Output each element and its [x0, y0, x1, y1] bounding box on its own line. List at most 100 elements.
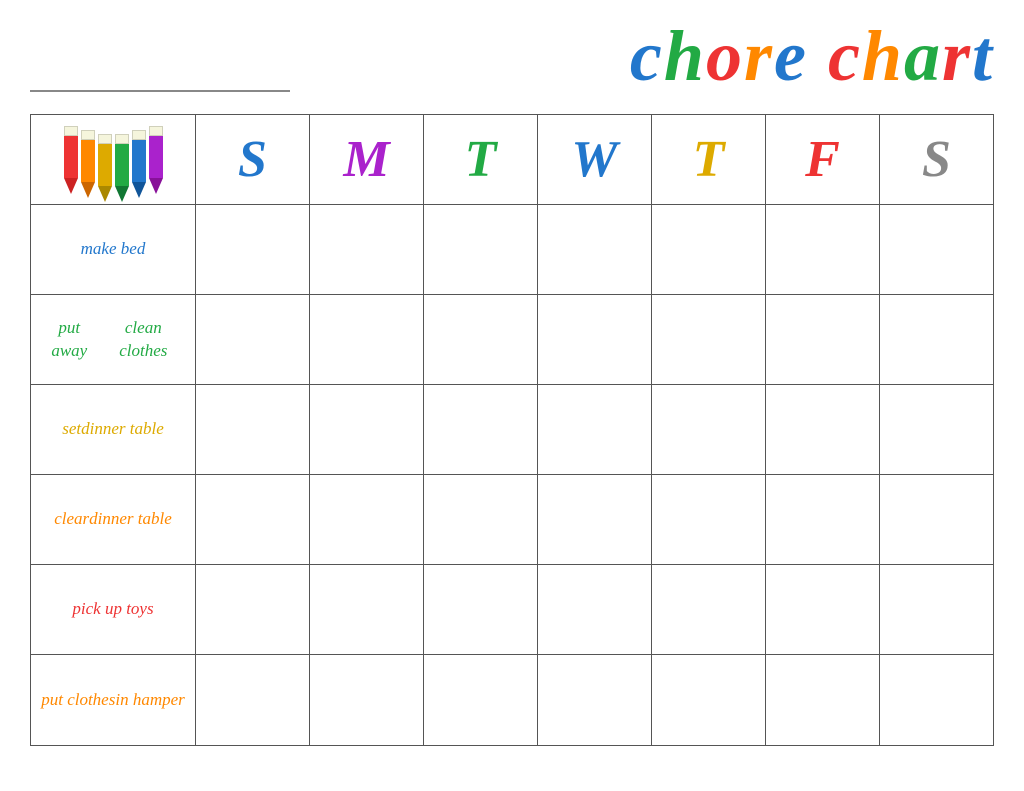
header: chore chart: [30, 20, 994, 96]
crayon-body-3: [115, 134, 129, 186]
crayon-label-4: [132, 130, 146, 140]
chore-cell-3-1[interactable]: [310, 475, 424, 564]
chore-label-line: dinner table: [89, 508, 172, 530]
chore-cell-1-2[interactable]: [424, 295, 538, 384]
chore-labels: make bedput awayclean clothessetdinner t…: [31, 205, 195, 745]
chore-cell-3-3[interactable]: [538, 475, 652, 564]
chore-cell-1-5[interactable]: [766, 295, 880, 384]
chore-cell-2-0[interactable]: [196, 385, 310, 474]
title-letter-r2: r: [942, 20, 972, 92]
chore-row-5: [196, 655, 993, 745]
crayon-0: [64, 126, 78, 194]
chore-cell-1-3[interactable]: [538, 295, 652, 384]
crayon-tip-0: [64, 178, 78, 194]
crayon-3: [115, 134, 129, 202]
day-header-0: S: [196, 115, 310, 204]
chore-rows: [196, 205, 993, 745]
crayon-group: [54, 118, 173, 202]
chore-label-3: cleardinner table: [31, 475, 195, 565]
title-letter-o: o: [706, 20, 744, 92]
chore-label-1: put awayclean clothes: [31, 295, 195, 385]
chore-cell-5-1[interactable]: [310, 655, 424, 745]
chore-row-2: [196, 385, 993, 475]
chore-cell-3-4[interactable]: [652, 475, 766, 564]
chore-cell-0-6[interactable]: [880, 205, 993, 294]
chore-cell-5-4[interactable]: [652, 655, 766, 745]
chore-cell-1-1[interactable]: [310, 295, 424, 384]
day-header-row: SMTWTFS: [196, 115, 993, 205]
chore-label-line: make bed: [81, 238, 146, 260]
chore-cell-2-4[interactable]: [652, 385, 766, 474]
title-letter-t: t: [972, 20, 994, 92]
chore-cell-5-6[interactable]: [880, 655, 993, 745]
chore-row-0: [196, 205, 993, 295]
crayon-label-0: [64, 126, 78, 136]
day-header-5: F: [766, 115, 880, 204]
title-letter-h2: h: [862, 20, 904, 92]
chore-cell-0-3[interactable]: [538, 205, 652, 294]
chore-cell-2-5[interactable]: [766, 385, 880, 474]
chore-cell-5-5[interactable]: [766, 655, 880, 745]
chore-cell-2-3[interactable]: [538, 385, 652, 474]
crayon-tip-1: [81, 182, 95, 198]
crayon-2: [98, 134, 112, 202]
name-line: [30, 62, 290, 92]
crayon-5: [149, 126, 163, 194]
chore-cell-2-1[interactable]: [310, 385, 424, 474]
crayon-body-2: [98, 134, 112, 186]
chore-cell-4-1[interactable]: [310, 565, 424, 654]
chore-cell-3-2[interactable]: [424, 475, 538, 564]
chore-cell-5-3[interactable]: [538, 655, 652, 745]
chore-cell-4-2[interactable]: [424, 565, 538, 654]
chore-label-line: in hamper: [115, 689, 184, 711]
title-letter-r: r: [744, 20, 774, 92]
chore-cell-4-0[interactable]: [196, 565, 310, 654]
chore-cell-3-6[interactable]: [880, 475, 993, 564]
chart-title: chore chart: [630, 20, 994, 92]
title-letter-e: e: [774, 20, 808, 92]
crayon-body-1: [81, 130, 95, 182]
chore-cell-1-0[interactable]: [196, 295, 310, 384]
chore-cell-4-5[interactable]: [766, 565, 880, 654]
days-grid: SMTWTFS: [196, 115, 993, 745]
chore-cell-1-4[interactable]: [652, 295, 766, 384]
crayon-body-5: [149, 126, 163, 178]
chore-row-3: [196, 475, 993, 565]
chore-label-line: set: [62, 418, 81, 440]
crayon-tip-3: [115, 186, 129, 202]
chore-label-4: pick up toys: [31, 565, 195, 655]
chore-cell-2-2[interactable]: [424, 385, 538, 474]
crayon-label-5: [149, 126, 163, 136]
chore-cell-3-0[interactable]: [196, 475, 310, 564]
chore-cell-5-0[interactable]: [196, 655, 310, 745]
crayon-cell: [31, 115, 195, 205]
crayon-tip-5: [149, 178, 163, 194]
chore-cell-4-3[interactable]: [538, 565, 652, 654]
chore-cell-0-5[interactable]: [766, 205, 880, 294]
crayon-body-0: [64, 126, 78, 178]
chore-cell-4-6[interactable]: [880, 565, 993, 654]
chore-cell-1-6[interactable]: [880, 295, 993, 384]
chore-cell-2-6[interactable]: [880, 385, 993, 474]
title-letter-h: h: [664, 20, 706, 92]
chore-cell-0-1[interactable]: [310, 205, 424, 294]
day-header-2: T: [424, 115, 538, 204]
chore-cell-0-0[interactable]: [196, 205, 310, 294]
chore-label-line: put clothes: [41, 689, 115, 711]
label-column: make bedput awayclean clothessetdinner t…: [31, 115, 196, 745]
chore-row-4: [196, 565, 993, 655]
chore-cell-3-5[interactable]: [766, 475, 880, 564]
day-header-4: T: [652, 115, 766, 204]
chore-label-0: make bed: [31, 205, 195, 295]
chore-cell-4-4[interactable]: [652, 565, 766, 654]
chore-cell-5-2[interactable]: [424, 655, 538, 745]
chore-label-line: clean clothes: [100, 317, 187, 361]
chore-label-2: setdinner table: [31, 385, 195, 475]
chore-label-line: put away: [39, 317, 100, 361]
chore-cell-0-4[interactable]: [652, 205, 766, 294]
crayon-label-2: [98, 134, 112, 144]
crayon-label-3: [115, 134, 129, 144]
crayon-tip-2: [98, 186, 112, 202]
chore-cell-0-2[interactable]: [424, 205, 538, 294]
day-header-6: S: [880, 115, 993, 204]
